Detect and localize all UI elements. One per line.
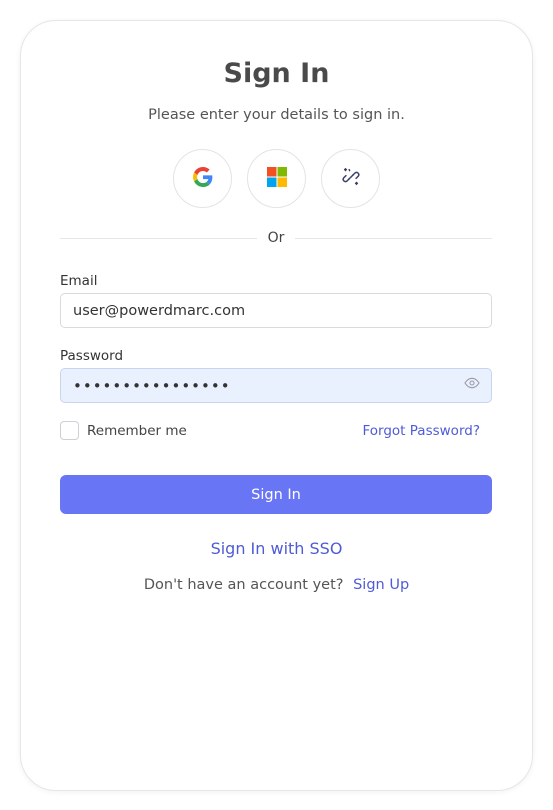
remember-me[interactable]: Remember me: [60, 421, 187, 440]
sign-in-card: [20, 20, 533, 791]
password-label: Password: [60, 348, 124, 364]
microsoft-sign-in-button[interactable]: [247, 149, 306, 208]
page-title: Sign In: [223, 58, 330, 89]
email-field[interactable]: [60, 293, 492, 328]
sign-up-link[interactable]: Sign Up: [353, 577, 409, 593]
password-field[interactable]: [60, 368, 492, 403]
eye-icon: [464, 375, 480, 395]
social-login-row: [0, 149, 553, 208]
microsoft-icon: [266, 166, 287, 191]
divider-text: Or: [267, 230, 285, 246]
sign-in-button[interactable]: Sign In: [60, 475, 492, 514]
or-divider: Or: [60, 230, 492, 246]
signup-prompt: Don't have an account yet?: [143, 577, 344, 593]
divider-line-right: [295, 237, 492, 239]
email-label: Email: [60, 273, 98, 289]
remember-me-checkbox[interactable]: [60, 421, 79, 440]
forgot-password-link[interactable]: Forgot Password?: [363, 423, 481, 439]
divider-line-left: [60, 237, 257, 239]
magic-link-sign-in-button[interactable]: [321, 149, 380, 208]
page-subtitle: Please enter your details to sign in.: [148, 107, 405, 123]
link-sparkle-icon: [340, 166, 362, 192]
google-icon: [192, 166, 213, 191]
sso-sign-in-link[interactable]: Sign In with SSO: [0, 539, 553, 558]
google-sign-in-button[interactable]: [173, 149, 232, 208]
show-password-toggle[interactable]: [463, 376, 481, 394]
signup-row: Don't have an account yet? Sign Up: [0, 577, 553, 593]
remember-me-label: Remember me: [87, 422, 187, 439]
